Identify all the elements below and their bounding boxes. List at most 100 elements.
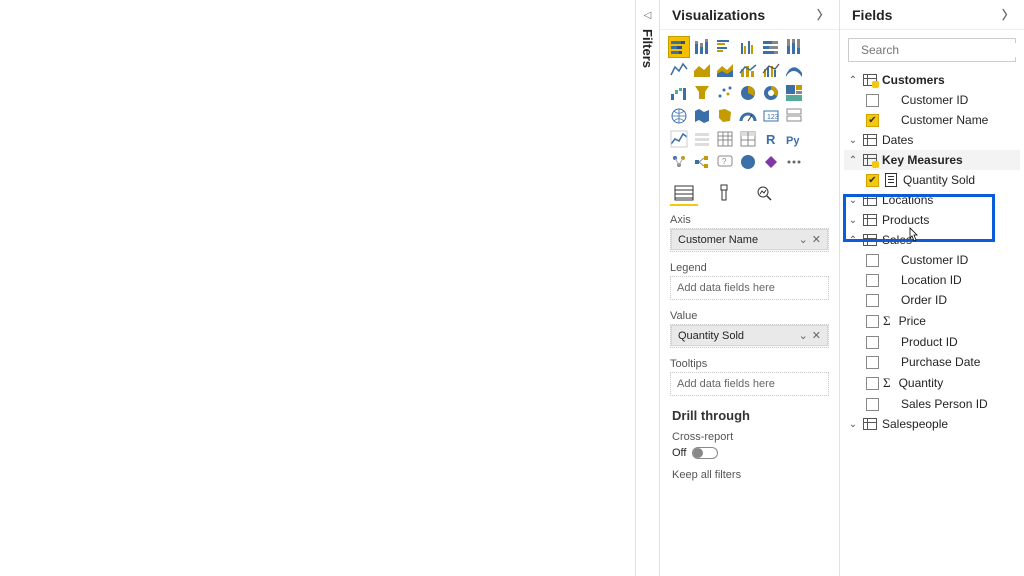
report-canvas[interactable] (0, 0, 636, 576)
checkbox[interactable] (866, 274, 879, 287)
chevron-down-icon[interactable]: ⌄ (799, 233, 808, 246)
powerapps-visual-icon[interactable] (760, 151, 782, 173)
table-customers[interactable]: ⌃ Customers (844, 70, 1020, 90)
line-chart-icon[interactable] (668, 59, 690, 81)
value-well[interactable]: Quantity Sold ⌄✕ (670, 324, 829, 348)
expand-filters-icon[interactable]: ◁ (644, 10, 652, 21)
checkbox[interactable] (866, 315, 879, 328)
field-order-id[interactable]: Order ID (844, 290, 1020, 310)
remove-icon[interactable]: ✕ (812, 233, 821, 246)
matrix-visual-icon[interactable] (737, 128, 759, 150)
stacked-column-chart-icon[interactable] (691, 36, 713, 58)
funnel-chart-icon[interactable] (691, 82, 713, 104)
r-visual-icon[interactable]: R (760, 128, 782, 150)
table-key-measures[interactable]: ⌃ Key Measures (844, 150, 1020, 170)
search-input[interactable] (861, 43, 1016, 57)
clustered-column-chart-icon[interactable] (737, 36, 759, 58)
checkbox[interactable] (866, 294, 879, 307)
kpi-icon[interactable] (668, 128, 690, 150)
stacked-area-chart-icon[interactable] (714, 59, 736, 81)
arcgis-map-icon[interactable] (737, 151, 759, 173)
clustered-bar-chart-icon[interactable] (714, 36, 736, 58)
checkbox[interactable] (866, 377, 879, 390)
toggle-off-label: Off (672, 447, 686, 459)
waterfall-chart-icon[interactable] (668, 82, 690, 104)
axis-well-item[interactable]: Customer Name ⌄✕ (671, 229, 828, 250)
donut-chart-icon[interactable] (760, 82, 782, 104)
checkbox[interactable] (866, 356, 879, 369)
field-product-id[interactable]: Product ID (844, 332, 1020, 352)
key-influencers-icon[interactable] (668, 151, 690, 173)
ribbon-chart-icon[interactable] (783, 59, 805, 81)
legend-well[interactable]: Add data fields here (670, 276, 829, 300)
more-visuals-icon[interactable] (783, 151, 805, 173)
analytics-tab-icon[interactable] (750, 182, 778, 206)
stacked-bar-chart-icon[interactable] (668, 36, 690, 58)
fields-tab-icon[interactable] (670, 182, 698, 206)
treemap-chart-icon[interactable] (783, 82, 805, 104)
map-icon[interactable] (668, 105, 690, 127)
checkbox-checked[interactable]: ✔ (866, 174, 879, 187)
card-icon[interactable]: 123 (760, 105, 782, 127)
caret-down-icon[interactable]: ⌄ (848, 135, 858, 146)
table-sales[interactable]: ⌃ Sales (844, 230, 1020, 250)
visualizations-title: Visualizations (672, 7, 765, 23)
axis-well[interactable]: Customer Name ⌄✕ (670, 228, 829, 252)
field-customer-name[interactable]: ✔ Customer Name (844, 110, 1020, 130)
field-price[interactable]: ΣPrice (844, 310, 1020, 332)
field-quantity[interactable]: ΣQuantity (844, 372, 1020, 394)
table-products[interactable]: ⌄ Products (844, 210, 1020, 230)
area-chart-icon[interactable] (691, 59, 713, 81)
stacked-column-100-icon[interactable] (783, 36, 805, 58)
line-stacked-column-icon[interactable] (737, 59, 759, 81)
checkbox-checked[interactable]: ✔ (866, 114, 879, 127)
table-icon (862, 133, 878, 147)
table-locations[interactable]: ⌄ Locations (844, 190, 1020, 210)
checkbox[interactable] (866, 254, 879, 267)
shape-map-icon[interactable] (714, 105, 736, 127)
checkbox[interactable] (866, 398, 879, 411)
field-sales-person-id[interactable]: Sales Person ID (844, 394, 1020, 414)
gauge-chart-icon[interactable] (737, 105, 759, 127)
field-location-id[interactable]: Location ID (844, 270, 1020, 290)
filters-pane-collapsed[interactable]: ◁ Filters (636, 0, 660, 576)
caret-down-icon[interactable]: ⌄ (848, 195, 858, 206)
filled-map-icon[interactable] (691, 105, 713, 127)
field-quantity-sold[interactable]: ✔ Quantity Sold ⋯ (844, 170, 1020, 190)
caret-up-icon[interactable]: ⌃ (848, 75, 858, 86)
keep-all-filters-label: Keep all filters (660, 459, 839, 481)
field-sales-customer-id[interactable]: Customer ID (844, 250, 1020, 270)
caret-up-icon[interactable]: ⌃ (848, 235, 858, 246)
fields-search[interactable] (848, 38, 1016, 62)
decomposition-tree-icon[interactable] (691, 151, 713, 173)
python-visual-icon[interactable]: Py (783, 128, 805, 150)
remove-icon[interactable]: ✕ (812, 329, 821, 342)
collapse-fields-pane-icon[interactable]: 〉 (1002, 6, 1014, 23)
field-customer-id[interactable]: Customer ID (844, 90, 1020, 110)
table-icon (862, 213, 878, 227)
pie-chart-icon[interactable] (737, 82, 759, 104)
checkbox[interactable] (866, 336, 879, 349)
qa-visual-icon[interactable]: ? (714, 151, 736, 173)
table-dates[interactable]: ⌄ Dates (844, 130, 1020, 150)
format-tab-icon[interactable] (710, 182, 738, 206)
caret-up-icon[interactable]: ⌃ (848, 155, 858, 166)
collapse-viz-pane-icon[interactable]: 〉 (817, 6, 829, 23)
checkbox[interactable] (866, 94, 879, 107)
chevron-down-icon[interactable]: ⌄ (799, 329, 808, 342)
scatter-chart-icon[interactable] (714, 82, 736, 104)
line-clustered-column-icon[interactable] (760, 59, 782, 81)
fields-title: Fields (852, 7, 892, 23)
slicer-icon[interactable] (691, 128, 713, 150)
multi-row-card-icon[interactable] (783, 105, 805, 127)
cross-report-toggle[interactable] (692, 447, 718, 459)
table-visual-icon[interactable] (714, 128, 736, 150)
value-well-item[interactable]: Quantity Sold ⌄✕ (671, 325, 828, 346)
tooltips-well[interactable]: Add data fields here (670, 372, 829, 396)
caret-down-icon[interactable]: ⌄ (848, 215, 858, 226)
caret-down-icon[interactable]: ⌄ (848, 419, 858, 430)
field-purchase-date[interactable]: Purchase Date (844, 352, 1020, 372)
sigma-icon: Σ (883, 313, 891, 329)
table-salespeople[interactable]: ⌄ Salespeople (844, 414, 1020, 434)
stacked-bar-100-icon[interactable] (760, 36, 782, 58)
